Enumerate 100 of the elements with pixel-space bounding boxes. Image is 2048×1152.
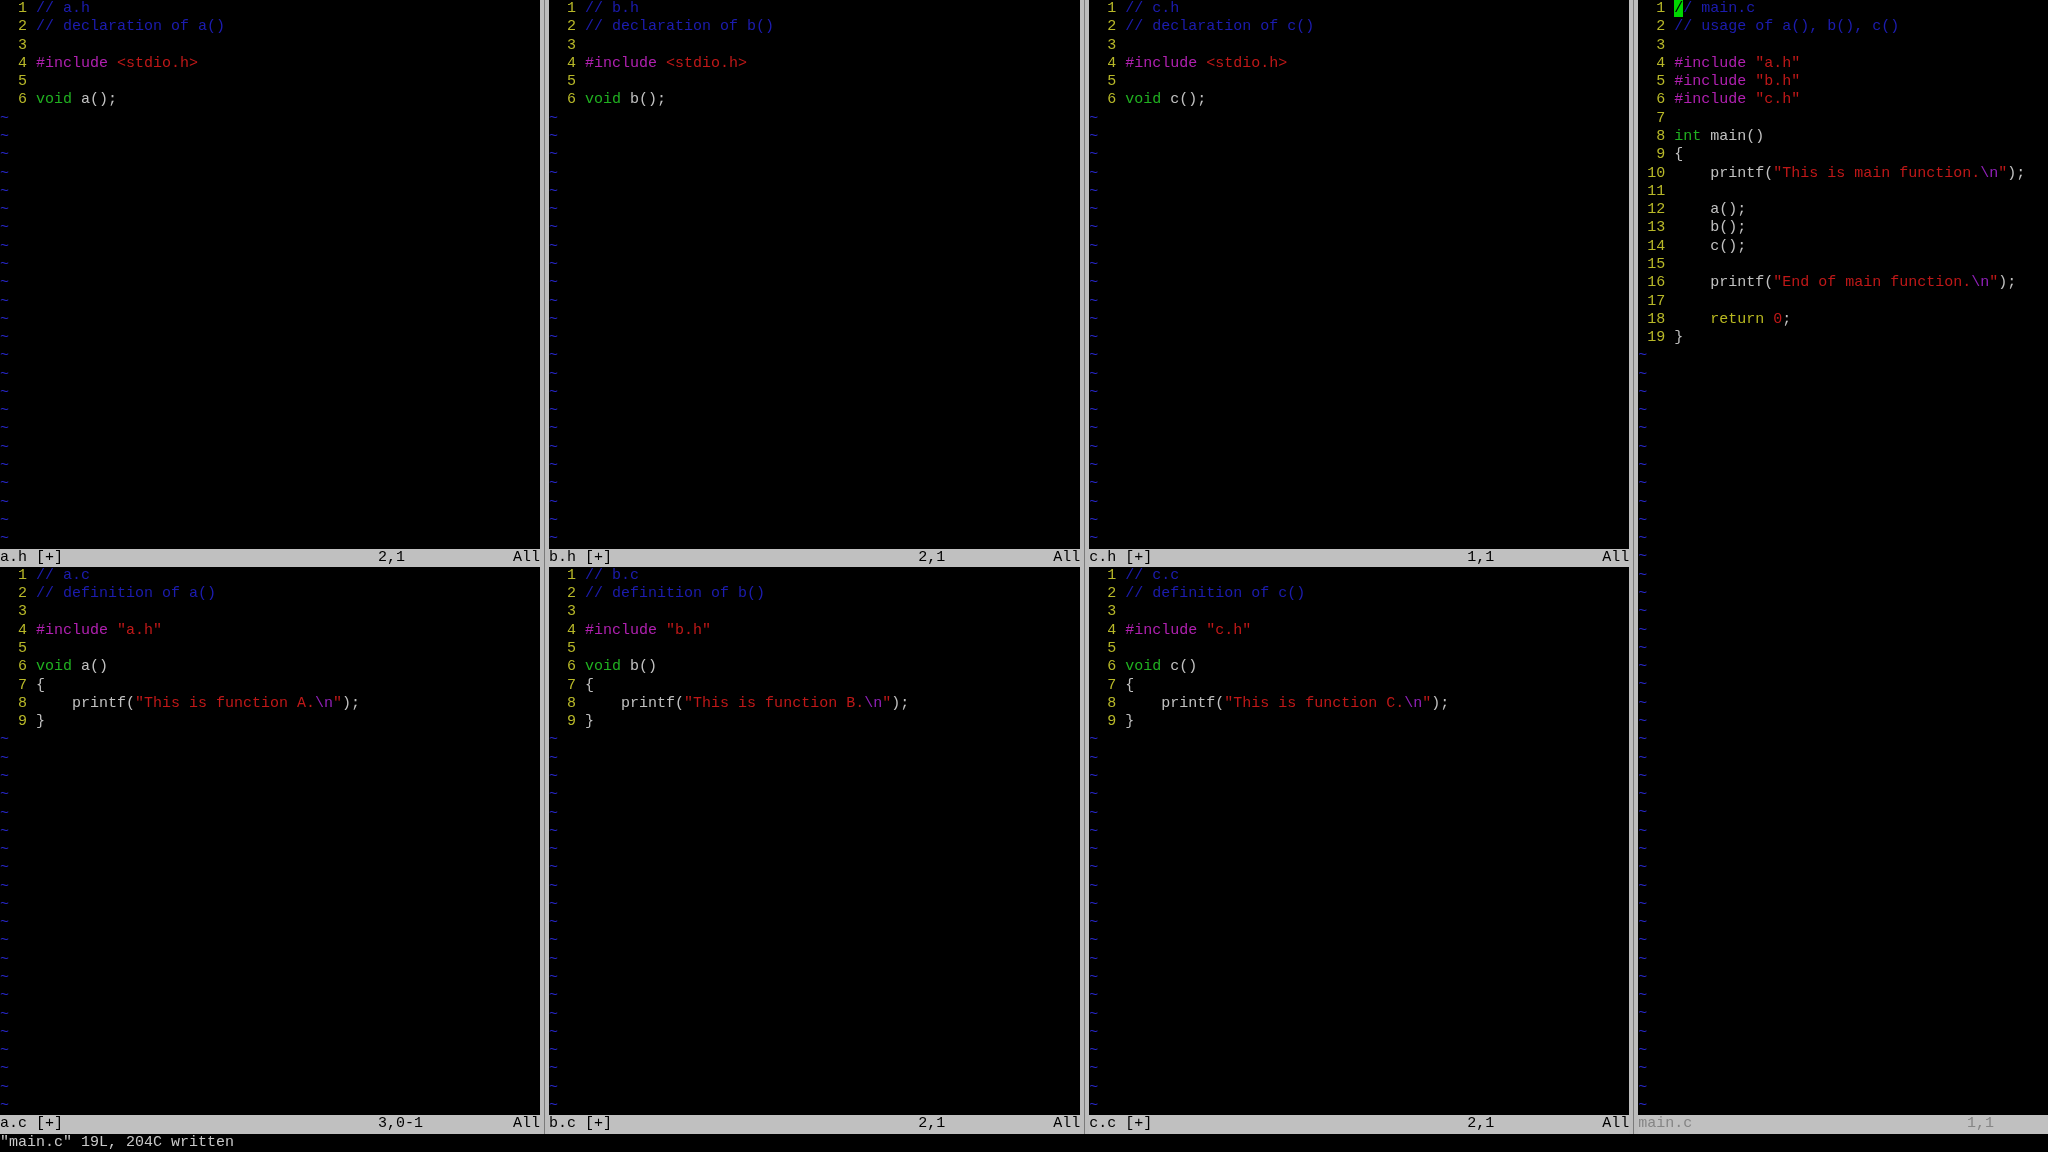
code-line: // declaration of b() bbox=[585, 18, 775, 37]
empty-line-marker: ~ bbox=[549, 895, 559, 915]
empty-line-marker: ~ bbox=[1638, 749, 1648, 768]
scroll-position: All bbox=[1602, 1115, 1630, 1134]
empty-line-marker: ~ bbox=[1089, 402, 1099, 421]
line-number: 7 bbox=[17, 676, 27, 695]
empty-line-marker: ~ bbox=[549, 731, 559, 750]
line-number: 3 bbox=[1655, 36, 1666, 55]
empty-line-marker: ~ bbox=[549, 1005, 559, 1024]
empty-line-marker: ~ bbox=[549, 804, 559, 823]
line-number: 4 bbox=[1655, 54, 1666, 74]
empty-line-marker: ~ bbox=[1638, 475, 1648, 494]
line-number: 5 bbox=[17, 73, 27, 92]
empty-line-marker: ~ bbox=[1089, 201, 1099, 220]
line-number: 1 bbox=[17, 0, 27, 19]
scroll-position: All bbox=[1602, 548, 1630, 567]
code-line: printf("This is function B.\n"); bbox=[620, 694, 910, 714]
empty-line-marker: ~ bbox=[1638, 786, 1648, 805]
file-name: c.c [+] bbox=[1089, 1115, 1154, 1134]
empty-line-marker: ~ bbox=[549, 877, 559, 896]
empty-line-marker: ~ bbox=[0, 146, 9, 165]
empty-line-marker: ~ bbox=[549, 146, 559, 165]
empty-line-marker: ~ bbox=[1089, 804, 1099, 823]
empty-line-marker: ~ bbox=[1638, 987, 1648, 1006]
empty-line-marker: ~ bbox=[1638, 420, 1648, 439]
code-line: int main() bbox=[1674, 127, 1765, 147]
empty-line-marker: ~ bbox=[0, 219, 9, 238]
line-number: 12 bbox=[1646, 201, 1666, 220]
code-line: { bbox=[585, 676, 595, 695]
window-separator[interactable] bbox=[1080, 0, 1090, 1134]
empty-line-marker: ~ bbox=[549, 109, 559, 128]
window-separator[interactable] bbox=[540, 0, 550, 1134]
code-line: // c.c bbox=[1125, 566, 1180, 586]
empty-line-marker: ~ bbox=[1638, 1096, 1648, 1116]
empty-line-marker: ~ bbox=[1638, 566, 1648, 585]
empty-line-marker: ~ bbox=[1638, 621, 1648, 640]
empty-line-marker: ~ bbox=[1638, 493, 1648, 512]
empty-line-marker: ~ bbox=[1638, 712, 1648, 732]
code-line: // declaration of c() bbox=[1125, 18, 1315, 37]
line-number: 7 bbox=[566, 676, 577, 695]
code-line: #include "a.h" bbox=[36, 621, 163, 640]
code-line: return 0; bbox=[1709, 310, 1792, 330]
line-number: 3 bbox=[17, 36, 27, 55]
code-line: printf("This is function A.\n"); bbox=[71, 694, 361, 714]
line-number: 3 bbox=[1106, 36, 1117, 55]
empty-line-marker: ~ bbox=[549, 1078, 559, 1097]
empty-line-marker: ~ bbox=[549, 475, 559, 494]
code-line: { bbox=[36, 676, 45, 695]
empty-line-marker: ~ bbox=[1089, 329, 1099, 348]
code-line: #include <stdio.h> bbox=[1125, 54, 1288, 74]
empty-line-marker: ~ bbox=[1089, 457, 1099, 476]
empty-line-marker: ~ bbox=[0, 530, 9, 549]
line-number: 15 bbox=[1646, 255, 1666, 275]
empty-line-marker: ~ bbox=[1638, 731, 1648, 750]
empty-line-marker: ~ bbox=[1089, 969, 1099, 988]
empty-line-marker: ~ bbox=[1638, 402, 1648, 421]
empty-line-marker: ~ bbox=[0, 950, 9, 970]
code-line: void b() bbox=[585, 658, 658, 677]
empty-line-marker: ~ bbox=[0, 402, 9, 421]
empty-line-marker: ~ bbox=[1089, 347, 1099, 366]
empty-line-marker: ~ bbox=[1089, 1005, 1099, 1024]
empty-line-marker: ~ bbox=[549, 255, 559, 275]
empty-line-marker: ~ bbox=[1089, 365, 1099, 384]
line-number: 3 bbox=[1106, 603, 1117, 622]
code-line: } bbox=[1674, 329, 1684, 348]
code-line: #include <stdio.h> bbox=[585, 54, 748, 74]
code-line: // definition of c() bbox=[1125, 585, 1306, 604]
file-name: b.h [+] bbox=[549, 548, 614, 567]
line-number: 8 bbox=[1655, 127, 1666, 147]
empty-line-marker: ~ bbox=[1089, 127, 1099, 147]
empty-line-marker: ~ bbox=[1638, 1078, 1648, 1097]
empty-line-marker: ~ bbox=[549, 786, 559, 805]
empty-line-marker: ~ bbox=[0, 493, 9, 512]
code-line: #include "a.h" bbox=[1674, 54, 1801, 74]
empty-line-marker: ~ bbox=[0, 420, 9, 439]
line-number: 17 bbox=[1646, 292, 1666, 311]
empty-line-marker: ~ bbox=[549, 201, 559, 220]
empty-line-marker: ~ bbox=[0, 475, 9, 494]
empty-line-marker: ~ bbox=[549, 438, 559, 458]
window-separator[interactable] bbox=[1629, 0, 1639, 1134]
scroll-position: All bbox=[513, 1115, 541, 1134]
code-line: #include "c.h" bbox=[1674, 91, 1801, 110]
empty-line-marker: ~ bbox=[0, 347, 9, 366]
empty-line-marker: ~ bbox=[0, 1042, 9, 1061]
line-number: 16 bbox=[1646, 274, 1666, 293]
code-line: } bbox=[36, 713, 45, 732]
empty-line-marker: ~ bbox=[1638, 676, 1648, 695]
code-line: b(); bbox=[1709, 219, 1747, 238]
empty-line-marker: ~ bbox=[549, 950, 559, 970]
line-number: 19 bbox=[1646, 329, 1666, 348]
empty-line-marker: ~ bbox=[1638, 347, 1648, 366]
empty-line-marker: ~ bbox=[1089, 1097, 1099, 1116]
empty-line-marker: ~ bbox=[1089, 1023, 1099, 1043]
empty-line-marker: ~ bbox=[0, 767, 9, 787]
line-number: 4 bbox=[566, 54, 577, 74]
line-number: 4 bbox=[17, 621, 27, 640]
empty-line-marker: ~ bbox=[549, 841, 559, 860]
empty-line-marker: ~ bbox=[1089, 950, 1099, 970]
line-number: 5 bbox=[566, 73, 577, 92]
empty-line-marker: ~ bbox=[0, 310, 9, 330]
